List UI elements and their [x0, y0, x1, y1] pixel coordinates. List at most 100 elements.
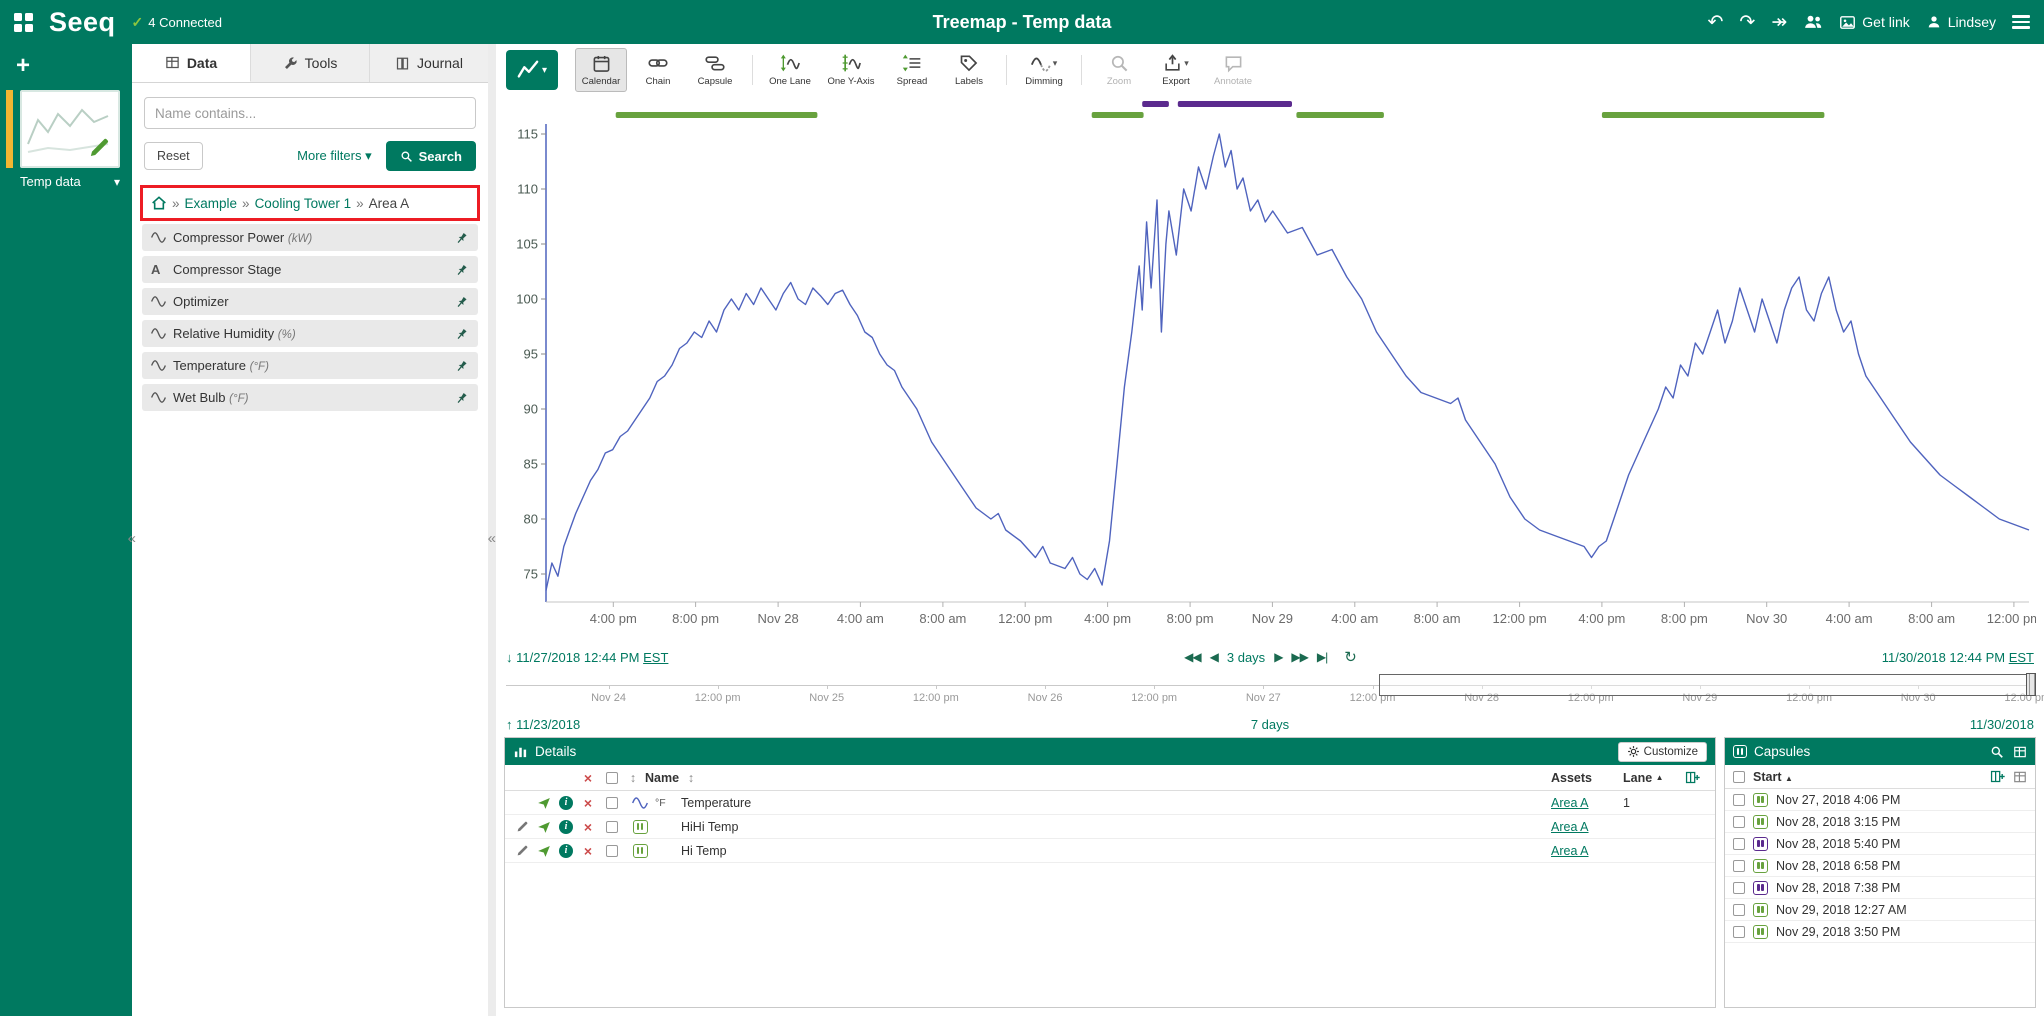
breadcrumb-cooling-tower-1[interactable]: Cooling Tower 1: [255, 196, 352, 211]
chevron-down-icon[interactable]: ▾: [114, 175, 120, 189]
remove-all-icon[interactable]: ×: [577, 770, 599, 786]
pin-icon[interactable]: [454, 229, 469, 245]
tool-labels[interactable]: Labels: [943, 48, 995, 92]
undo-icon[interactable]: ↶: [1708, 13, 1724, 32]
row-checkbox[interactable]: [1733, 904, 1745, 916]
breadcrumb-example[interactable]: Example: [185, 196, 238, 211]
temperature-trend-plot[interactable]: 75808590951001051101154:00 pm8:00 pmNov …: [496, 96, 2036, 641]
tool-capsule[interactable]: Capsule: [689, 48, 741, 92]
trend-item-icon[interactable]: [533, 820, 555, 834]
signal-list-item[interactable]: A Optimizer: [142, 288, 478, 315]
details-row[interactable]: i ×: [505, 839, 1715, 863]
sort-icon[interactable]: ↕: [630, 771, 636, 785]
add-worksheet-button[interactable]: +: [16, 52, 38, 80]
name-contains-input[interactable]: [144, 97, 476, 129]
asset-link[interactable]: Area A: [1551, 796, 1589, 810]
row-checkbox[interactable]: [1733, 926, 1745, 938]
capsule-row[interactable]: Nov 28, 2018 3:15 PM: [1725, 811, 2035, 833]
edit-pencil-icon[interactable]: [511, 820, 533, 833]
row-checkbox[interactable]: [606, 821, 618, 833]
add-column-icon[interactable]: [1675, 770, 1709, 785]
display-range-start[interactable]: ↓ 11/27/2018 12:44 PM EST: [506, 650, 668, 665]
row-checkbox[interactable]: [1733, 838, 1745, 850]
refresh-icon[interactable]: ↻: [1344, 648, 1356, 666]
tool-one-lane[interactable]: One Lane: [764, 48, 816, 92]
tab-data[interactable]: Data: [132, 44, 251, 82]
row-checkbox[interactable]: [606, 797, 618, 809]
asset-link[interactable]: Area A: [1551, 844, 1589, 858]
investigate-range-end[interactable]: 11/30/2018: [1970, 717, 2034, 732]
present-icon[interactable]: ↠: [1771, 13, 1787, 32]
home-icon[interactable]: [151, 195, 167, 211]
row-checkbox[interactable]: [1733, 816, 1745, 828]
range-duration[interactable]: 3 days: [1227, 650, 1265, 665]
step-back-icon[interactable]: ◀◀: [1184, 650, 1200, 664]
capsules-table-icon[interactable]: [2013, 745, 2027, 759]
add-column-icon[interactable]: [1990, 769, 2005, 784]
info-icon[interactable]: i: [555, 820, 577, 834]
tab-tools[interactable]: Tools: [251, 44, 370, 82]
customize-button[interactable]: Customize: [1618, 742, 1707, 762]
row-checkbox[interactable]: [606, 845, 618, 857]
timeline-resize-handle[interactable]: [2026, 673, 2036, 696]
pin-icon[interactable]: [454, 357, 469, 373]
signal-list-item[interactable]: A Compressor Power (kW): [142, 224, 478, 251]
reset-button[interactable]: Reset: [144, 142, 203, 170]
remove-item-icon[interactable]: ×: [577, 795, 599, 811]
signal-list-item[interactable]: A Compressor Stage: [142, 256, 478, 283]
trend-chart[interactable]: 75808590951001051101154:00 pm8:00 pmNov …: [496, 96, 2044, 646]
capsule-row[interactable]: Nov 28, 2018 7:38 PM: [1725, 877, 2035, 899]
investigate-duration[interactable]: 7 days: [1251, 717, 1289, 732]
half-step-forward-icon[interactable]: ▶: [1274, 650, 1282, 664]
tool-dimming[interactable]: ▾ Dimming: [1018, 48, 1070, 92]
trend-item-icon[interactable]: [533, 796, 555, 810]
row-checkbox[interactable]: [1733, 882, 1745, 894]
view-selector-button[interactable]: ▾: [506, 50, 558, 90]
asset-link[interactable]: Area A: [1551, 820, 1589, 834]
edit-pencil-icon[interactable]: [511, 844, 533, 857]
start-column-header[interactable]: Start ▲: [1753, 770, 1793, 784]
pin-icon[interactable]: [454, 293, 469, 309]
capsule-row[interactable]: Nov 28, 2018 6:58 PM: [1725, 855, 2035, 877]
step-to-end-icon[interactable]: ▶|: [1317, 650, 1327, 664]
apps-grid-icon[interactable]: [14, 13, 33, 32]
get-link-button[interactable]: Get link: [1839, 14, 1909, 31]
remove-item-icon[interactable]: ×: [577, 843, 599, 859]
pin-icon[interactable]: [454, 389, 469, 405]
signal-list-item[interactable]: A Wet Bulb (°F): [142, 384, 478, 411]
select-all-capsules-checkbox[interactable]: [1733, 771, 1745, 783]
select-all-checkbox[interactable]: [606, 772, 618, 784]
more-filters-link[interactable]: More filters ▾: [297, 148, 371, 164]
remove-item-icon[interactable]: ×: [577, 819, 599, 835]
half-step-back-icon[interactable]: ◀: [1210, 650, 1218, 664]
tool-one-y-axis[interactable]: One Y-Axis: [821, 48, 881, 92]
trend-item-icon[interactable]: [533, 844, 555, 858]
tab-journal[interactable]: Journal: [370, 44, 488, 82]
hamburger-menu-icon[interactable]: [2012, 15, 2030, 29]
capsule-row[interactable]: Nov 27, 2018 4:06 PM: [1725, 789, 2035, 811]
connection-status[interactable]: ✓ 4 Connected: [132, 14, 222, 31]
display-range-end[interactable]: 11/30/2018 12:44 PM EST: [1882, 650, 2034, 665]
info-icon[interactable]: i: [555, 796, 577, 810]
collapse-panel-icon[interactable]: «: [488, 530, 496, 547]
worksheet-thumbnail[interactable]: [20, 90, 120, 168]
investigate-range-start[interactable]: ↑ 11/23/2018: [506, 717, 580, 732]
name-column-header[interactable]: Name: [641, 771, 683, 785]
lane-column-header[interactable]: Lane ▲: [1617, 771, 1675, 785]
capsule-grid-icon[interactable]: [2013, 769, 2027, 784]
user-menu[interactable]: Lindsey: [1926, 14, 1996, 30]
search-capsules-icon[interactable]: [1990, 745, 2004, 759]
tool-chain[interactable]: Chain: [632, 48, 684, 92]
step-forward-icon[interactable]: ▶▶: [1291, 650, 1307, 664]
capsule-row[interactable]: Nov 29, 2018 3:50 PM: [1725, 921, 2035, 943]
worksheet-item[interactable]: Temp data ▾: [0, 90, 132, 189]
pin-icon[interactable]: [454, 325, 469, 341]
collapse-rail-icon[interactable]: «: [128, 530, 136, 547]
sort-icon[interactable]: ↕: [688, 771, 694, 785]
timeline-selection[interactable]: [1379, 674, 2034, 696]
tool-calendar[interactable]: Calendar: [575, 48, 627, 92]
signal-list-item[interactable]: A Relative Humidity (%): [142, 320, 478, 347]
details-row[interactable]: i ×: [505, 815, 1715, 839]
redo-icon[interactable]: ↷: [1739, 13, 1755, 32]
details-row[interactable]: i × °F: [505, 791, 1715, 815]
